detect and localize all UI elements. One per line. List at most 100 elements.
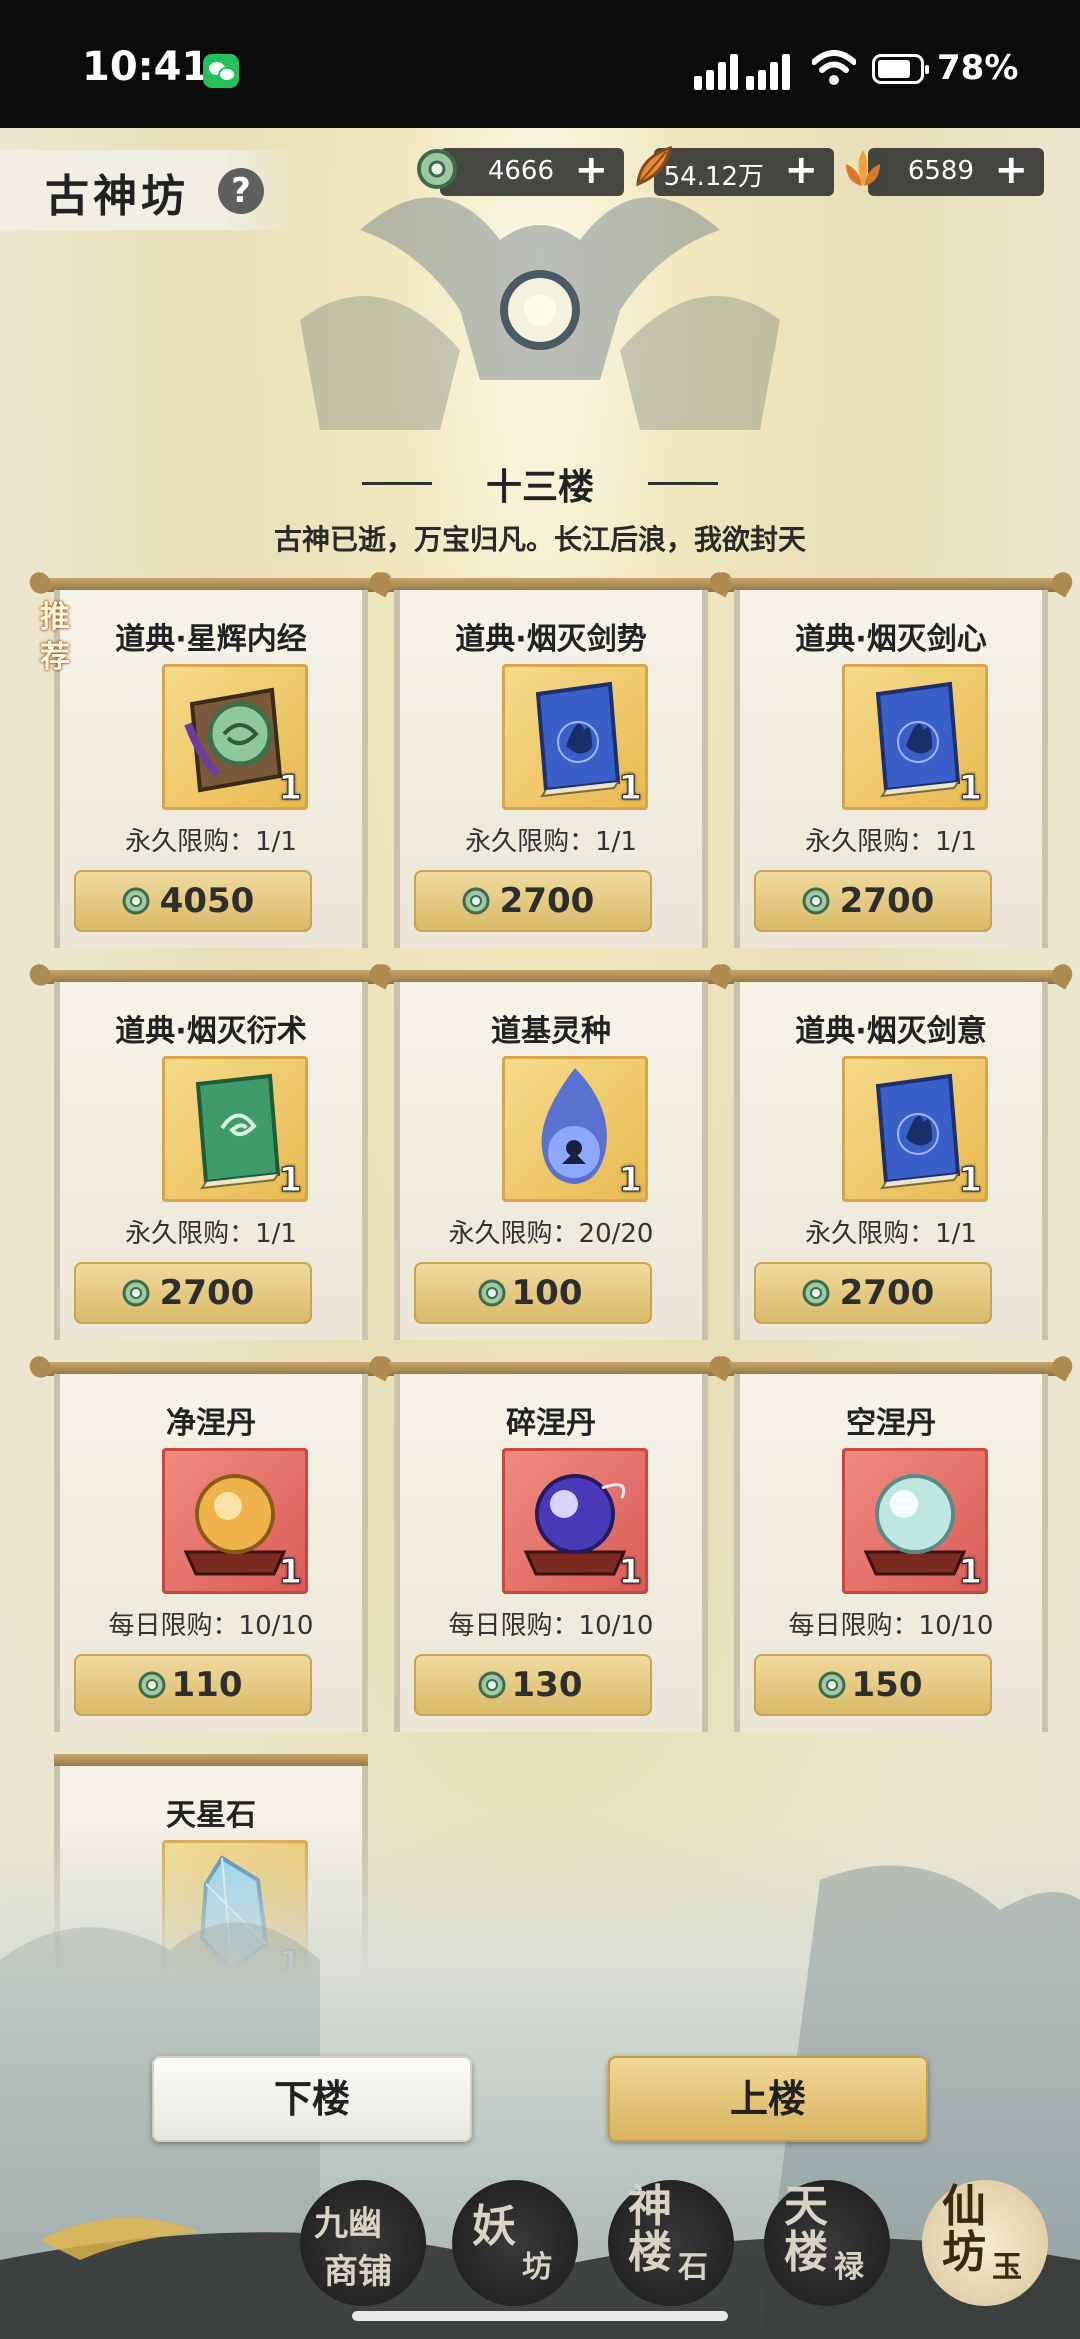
- nav-label: 天楼: [784, 2181, 828, 2278]
- jade-coin-icon: [478, 1279, 506, 1307]
- currency-jade: 4666 +: [440, 147, 624, 196]
- page-title: 古神坊: [45, 171, 189, 222]
- floor-title: 十三楼: [485, 466, 594, 508]
- item-quantity: 1: [278, 1552, 303, 1593]
- signal-icon: [694, 50, 754, 90]
- nav-sublabel: 坊: [522, 2250, 552, 2285]
- buy-button[interactable]: 100: [414, 1262, 652, 1324]
- shop-item-card[interactable]: 道典·烟灭剑意 1 永久限购：1/1 2700: [716, 970, 1066, 1340]
- currency-flame-value: 6589: [907, 156, 974, 186]
- item-name: 道典·烟灭剑势: [455, 622, 647, 657]
- nav-label: 神楼: [628, 2181, 672, 2278]
- jade-coin-icon: [462, 887, 490, 915]
- buy-button[interactable]: 2700: [74, 1262, 312, 1324]
- nav-sublabel: 石: [678, 2250, 708, 2285]
- currency-jade-value: 4666: [487, 156, 554, 186]
- bottom-nav-tab[interactable]: 九幽 商铺: [300, 2180, 426, 2306]
- shop-item-card[interactable]: 道典·烟灭剑势 1 永久限购：1/1 2700: [376, 578, 726, 948]
- purchase-limit: 每日限购：10/10: [788, 1611, 994, 1641]
- shop-item-card[interactable]: 空涅丹 1 每日限购：10/10 150: [716, 1362, 1066, 1732]
- green-book-icon[interactable]: 1: [162, 1056, 308, 1202]
- battery-percent: 78%: [937, 48, 1019, 88]
- blue-scripture-book-icon[interactable]: 1: [842, 664, 988, 810]
- item-quantity: 1: [278, 1160, 303, 1201]
- purple-pill-icon[interactable]: 1: [502, 1448, 648, 1594]
- home-indicator: [352, 2311, 728, 2321]
- item-quantity: 1: [958, 1552, 983, 1593]
- status-time: 10:41: [82, 44, 210, 90]
- item-quantity: 1: [618, 768, 643, 809]
- jade-coin-icon: [818, 1671, 846, 1699]
- battery-icon: [872, 54, 929, 84]
- jade-coin-icon: [478, 1671, 506, 1699]
- add-feather-button[interactable]: +: [784, 147, 818, 193]
- shop-item-card[interactable]: 净涅丹 1 每日限购：10/10 110: [36, 1362, 386, 1732]
- add-flame-button[interactable]: +: [994, 147, 1028, 193]
- purchase-limit: 永久限购：1/1: [125, 827, 297, 857]
- purchase-limit: 永久限购：1/1: [125, 1219, 297, 1249]
- purchase-limit: 永久限购：1/1: [805, 1219, 977, 1249]
- jade-coin-icon: [122, 1279, 150, 1307]
- add-jade-button[interactable]: +: [574, 147, 608, 193]
- currency-feather: 54.12万 +: [654, 147, 834, 196]
- cyan-pill-icon[interactable]: 1: [842, 1448, 988, 1594]
- buy-button[interactable]: 2700: [754, 870, 992, 932]
- shop-item-card[interactable]: 道典·烟灭剑心 1 永久限购：1/1 2700: [716, 578, 1066, 948]
- blue-scripture-book-icon[interactable]: 1: [502, 664, 648, 810]
- green-scripture-book-icon[interactable]: 1: [162, 664, 308, 810]
- status-bar: 10:41 78%: [0, 0, 1080, 128]
- purchase-limit: 永久限购：1/1: [805, 827, 977, 857]
- bottom-nav-tab[interactable]: 神楼石: [608, 2180, 734, 2306]
- jade-coin-icon: [138, 1671, 166, 1699]
- item-name: 空涅丹: [846, 1406, 936, 1441]
- purchase-limit: 永久限购：1/1: [465, 827, 637, 857]
- item-name: 道典·烟灭衍术: [115, 1014, 307, 1049]
- item-quantity: 1: [958, 768, 983, 809]
- buy-button[interactable]: 110: [74, 1654, 312, 1716]
- item-quantity: 1: [278, 768, 303, 809]
- item-name: 道典·烟灭剑意: [795, 1014, 987, 1049]
- buy-button[interactable]: 130: [414, 1654, 652, 1716]
- jade-coin-icon: [417, 149, 457, 189]
- purchase-limit: 永久限购：20/20: [448, 1219, 654, 1249]
- buy-button[interactable]: 2700: [414, 870, 652, 932]
- currency-feather-value: 54.12万: [663, 162, 764, 192]
- nav-label: 仙坊: [942, 2181, 986, 2278]
- item-quantity: 1: [618, 1160, 643, 1201]
- jade-coin-icon: [802, 1279, 830, 1307]
- blue-scripture-book-icon[interactable]: 1: [842, 1056, 988, 1202]
- recommend-badge: 推荐: [40, 600, 70, 675]
- golden-pill-icon[interactable]: 1: [162, 1448, 308, 1594]
- help-button[interactable]: ?: [218, 168, 264, 214]
- purchase-limit: 每日限购：10/10: [108, 1611, 314, 1641]
- item-name: 净涅丹: [166, 1406, 256, 1441]
- bottom-nav-tab[interactable]: 天楼禄: [764, 2180, 890, 2306]
- item-quantity: 1: [618, 1552, 643, 1593]
- flame-lotus-icon: [846, 150, 880, 186]
- jade-coin-icon: [122, 887, 150, 915]
- item-name: 道典·星辉内经: [115, 622, 307, 657]
- wifi-icon: [812, 50, 856, 85]
- nav-label: 九幽: [314, 2204, 382, 2244]
- currency-flame: 6589 +: [868, 147, 1044, 196]
- shop-item-card[interactable]: 道典·星辉内经 1 永久限购：1/1 4050: [36, 578, 386, 948]
- item-name: 道典·烟灭剑心: [795, 622, 987, 657]
- floor-subtitle: 古神已逝，万宝归凡。长江后浪，我欲封天: [273, 523, 806, 556]
- go-downstairs-button[interactable]: 下楼: [152, 2056, 472, 2142]
- shop-item-card[interactable]: 碎涅丹 1 每日限购：10/10 130: [376, 1362, 726, 1732]
- feather-icon: [636, 145, 673, 187]
- bottom-nav-tab[interactable]: 妖坊: [452, 2180, 578, 2306]
- bottom-nav-tab[interactable]: 仙坊玉: [922, 2180, 1048, 2306]
- spirit-flame-icon[interactable]: 1: [502, 1056, 648, 1202]
- wechat-icon: [203, 54, 239, 88]
- buy-button[interactable]: 150: [754, 1654, 992, 1716]
- shop-item-card[interactable]: 道基灵种 1 永久限购：20/20 100: [376, 970, 726, 1340]
- buy-button[interactable]: 2700: [754, 1262, 992, 1324]
- jade-coin-icon: [802, 887, 830, 915]
- nav-sublabel: 玉: [992, 2250, 1022, 2285]
- buy-button[interactable]: 4050: [74, 870, 312, 932]
- shop-item-card[interactable]: 道典·烟灭衍术 1 永久限购：1/1 2700: [36, 970, 386, 1340]
- item-name: 碎涅丹: [506, 1406, 596, 1441]
- go-upstairs-button[interactable]: 上楼: [608, 2056, 928, 2142]
- nav-sublabel: 禄: [834, 2250, 864, 2285]
